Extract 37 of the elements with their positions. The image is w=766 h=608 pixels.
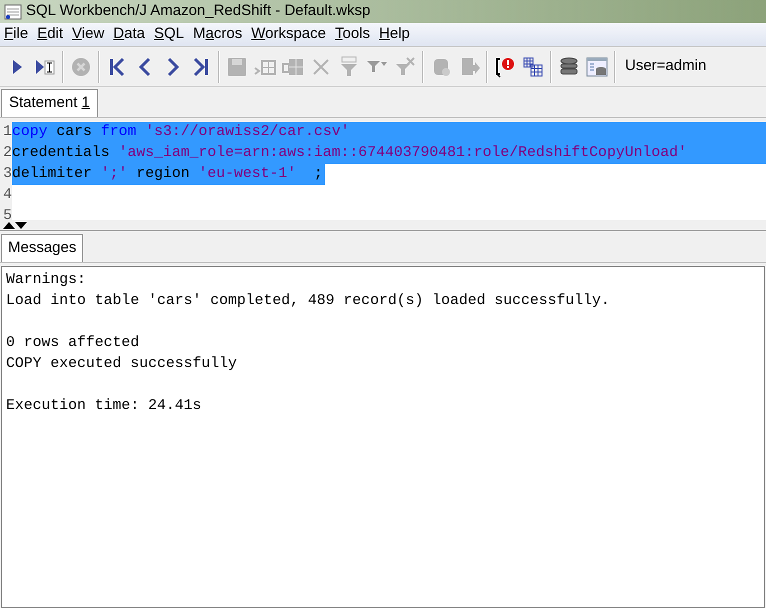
- code-line: copy cars from 's3://orawiss2/car.csv': [12, 124, 350, 140]
- code-line: credentials 'aws_iam_role=arn:aws:iam::674403790481:role/RedshiftCopyUnload': [12, 145, 687, 161]
- message-line: 0 rows affected: [6, 334, 140, 353]
- line-number: 5: [0, 206, 12, 220]
- message-line: Execution time: 24.41s: [6, 397, 202, 416]
- grid-icon: [522, 56, 544, 78]
- database-icon: [558, 56, 580, 78]
- line-number: 2: [0, 143, 12, 164]
- menu-item[interactable]: Help: [379, 23, 410, 46]
- editor-tab[interactable]: Statement 1: [1, 89, 98, 117]
- menu-item[interactable]: File: [4, 23, 28, 46]
- clear-filter-icon: [394, 56, 416, 78]
- message-line: Warnings:: [6, 271, 86, 290]
- splitter-arrows-icon[interactable]: [3, 221, 27, 229]
- database-window-icon: [586, 56, 608, 78]
- app-icon: [4, 4, 22, 20]
- menu-item[interactable]: Edit: [37, 23, 64, 46]
- sql-editor[interactable]: 1copy cars from 's3://orawiss2/car.csv' 2credentials 'aws_iam_role=arn:aws:iam::674403790481:role/RedshiftCopyUnload' 3delimiter ';' region 'eu-west-1' ; 4 5: [0, 122, 766, 220]
- menu-item[interactable]: Workspace: [251, 23, 326, 46]
- filter-dropdown-icon: [367, 61, 387, 72]
- menu-item[interactable]: View: [72, 23, 104, 46]
- line-number: 4: [0, 185, 12, 206]
- line-number: 1: [0, 122, 12, 143]
- code-line: delimiter ';' region 'eu-west-1' ;: [12, 166, 323, 182]
- error-icon: [494, 56, 516, 78]
- message-line: Load into table 'cars' completed, 489 record(s) loaded successfully.: [6, 292, 610, 311]
- result-tab[interactable]: Messages: [1, 234, 84, 262]
- menu-item[interactable]: SQL: [154, 23, 184, 46]
- line-number: 3: [0, 164, 12, 185]
- save-icon: [226, 56, 248, 78]
- menu-item[interactable]: Data: [113, 23, 145, 46]
- message-line: COPY executed successfully: [6, 355, 237, 374]
- stop-icon: [70, 56, 92, 78]
- menu-item[interactable]: Macros: [193, 23, 242, 46]
- connection-info: User=admin: [625, 56, 706, 76]
- window-title: SQL Workbench/J Amazon_RedShift - Default.wksp: [26, 1, 370, 22]
- menu-item[interactable]: Tools: [334, 23, 370, 46]
